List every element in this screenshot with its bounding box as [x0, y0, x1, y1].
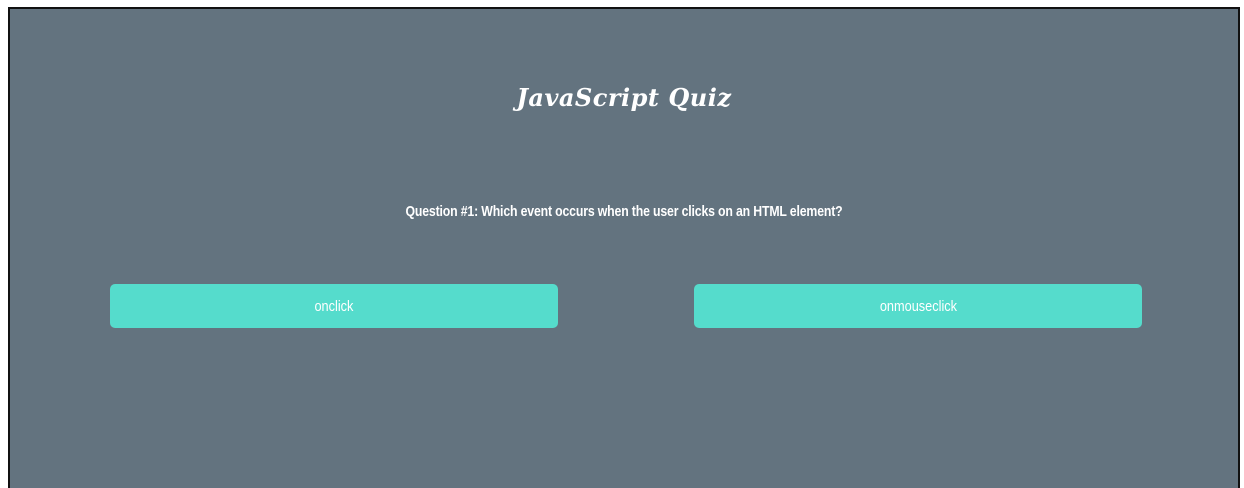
quiz-title: JavaScript Quiz [516, 83, 732, 112]
answer-button-onmouseclick[interactable]: onmouseclick [694, 284, 1142, 328]
question-text: Question #1: Which event occurs when the… [405, 203, 843, 220]
answer-button-onclick[interactable]: onclick [110, 284, 558, 328]
answer-label: onmouseclick [879, 297, 957, 315]
quiz-container: JavaScript Quiz Question #1: Which event… [8, 7, 1240, 488]
answer-label: onclick [314, 297, 354, 315]
